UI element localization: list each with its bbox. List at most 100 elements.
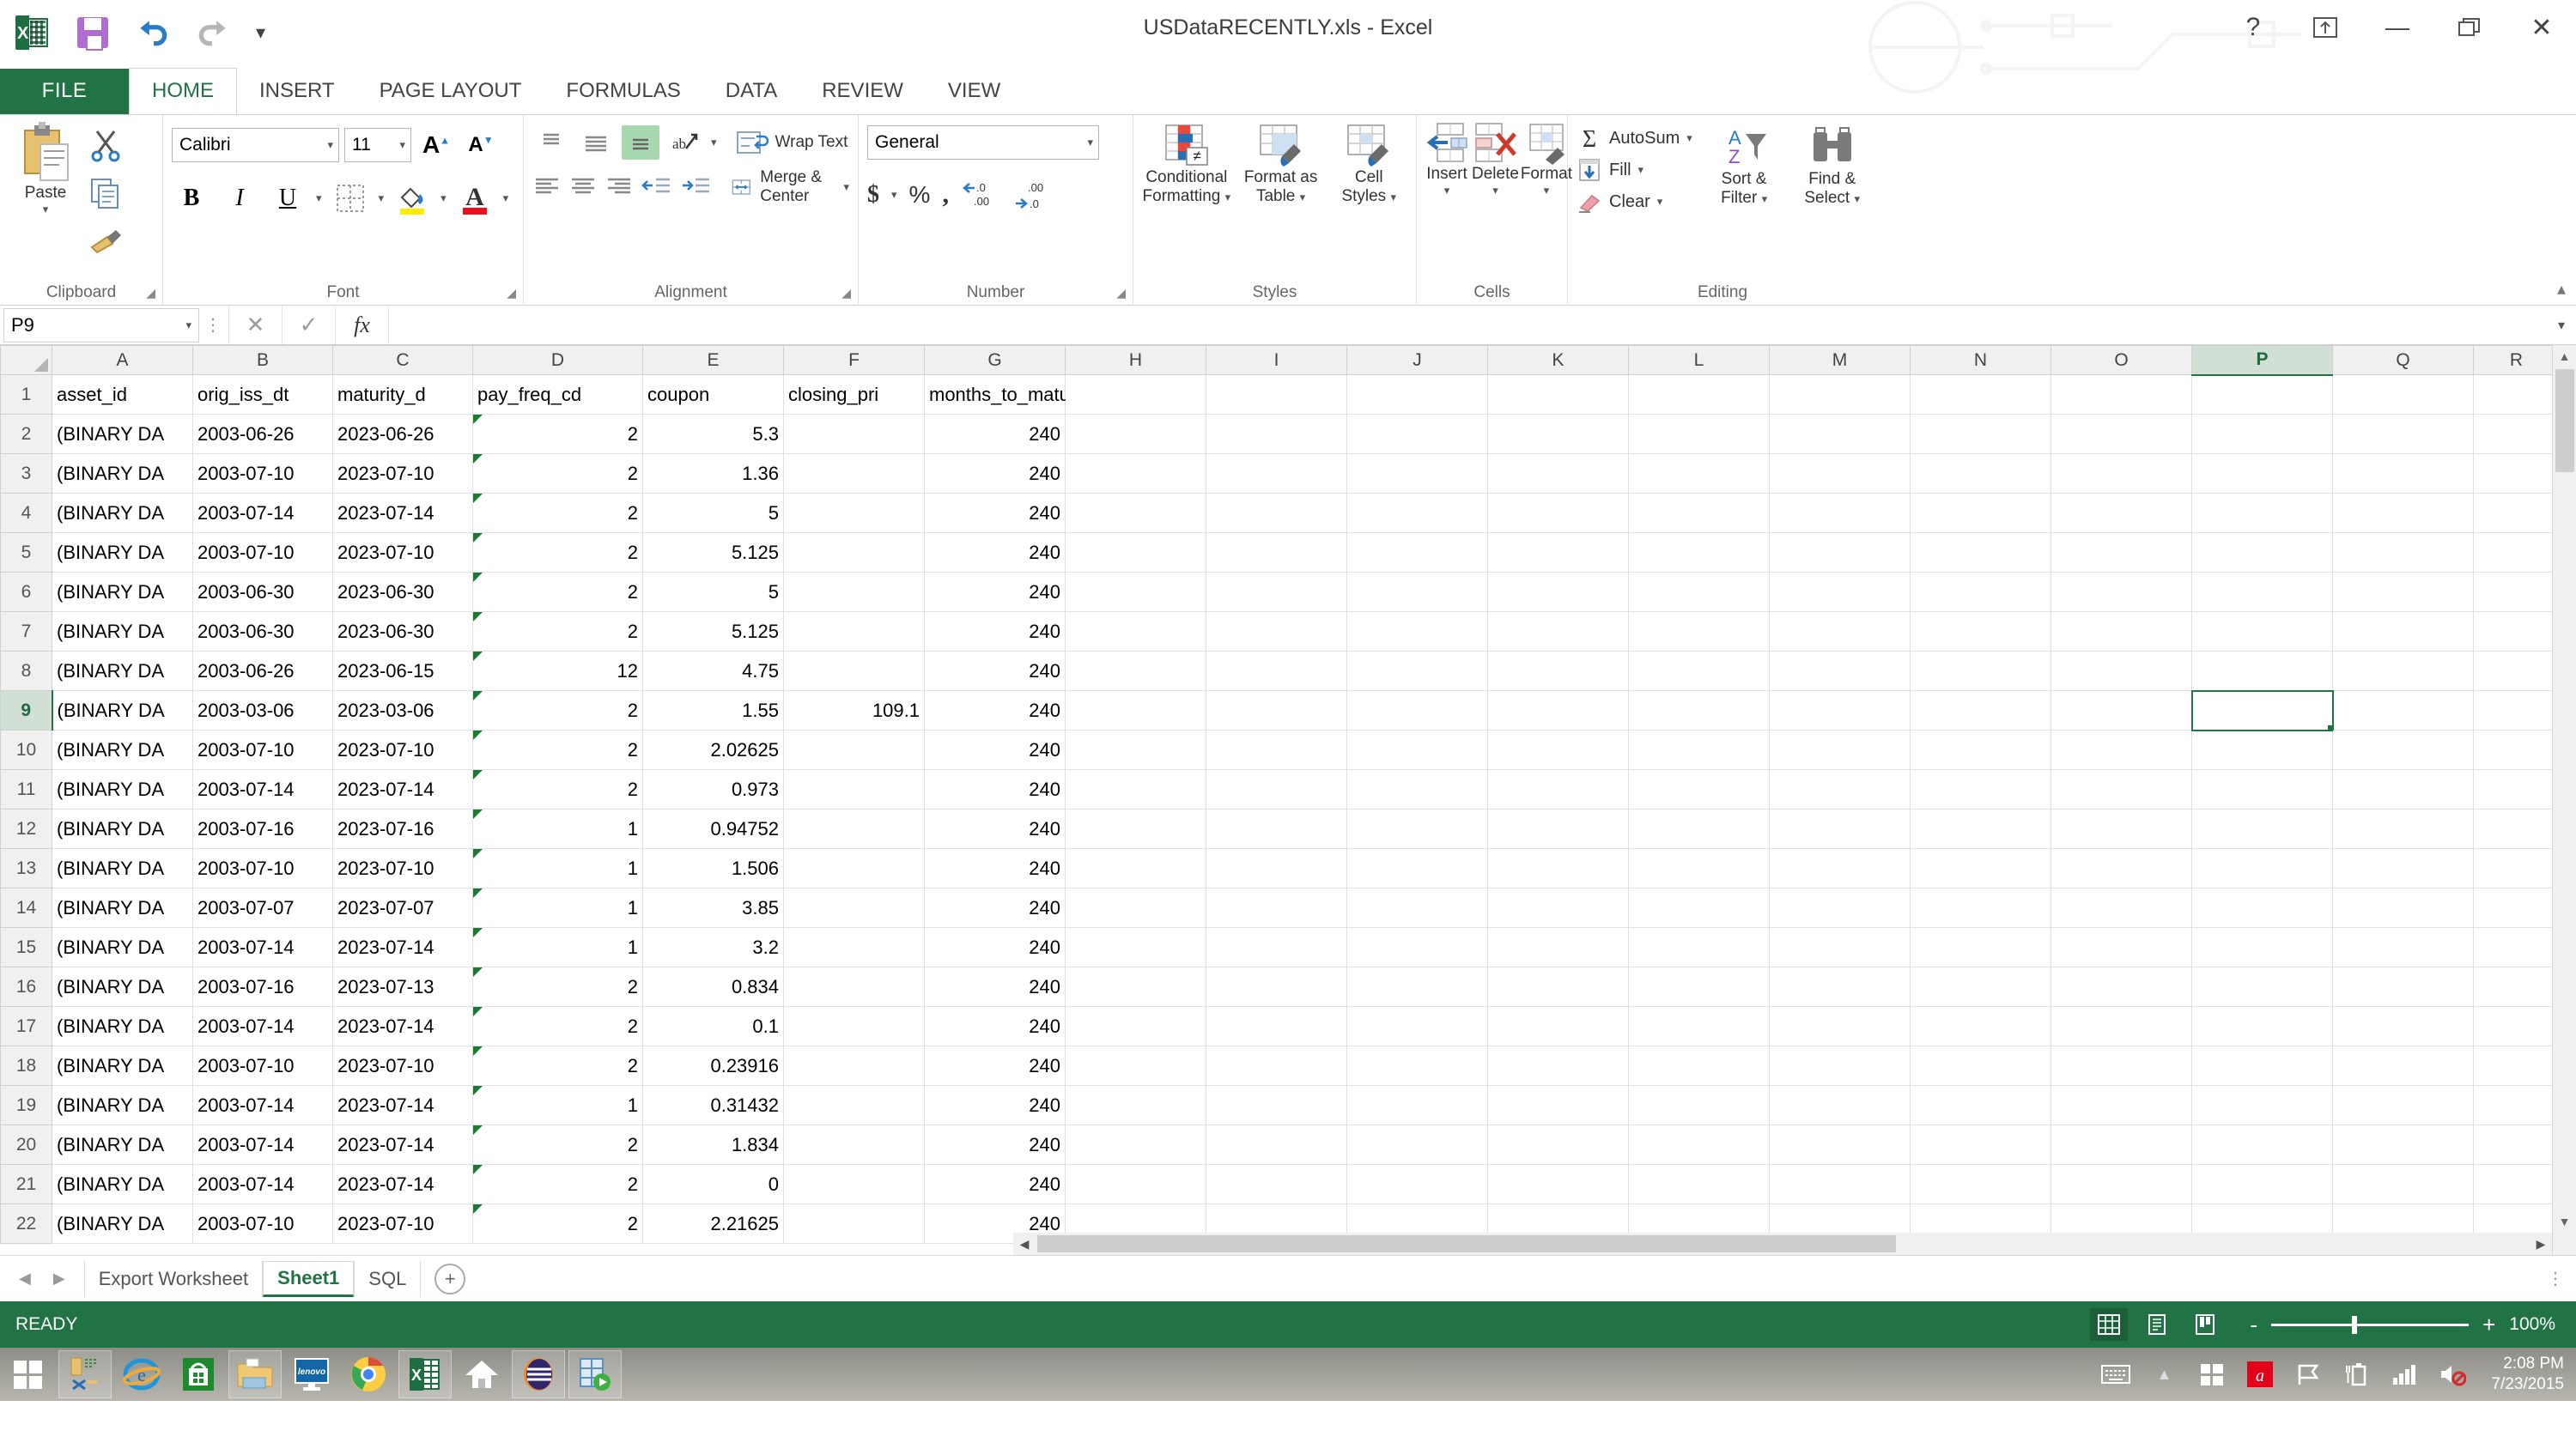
row-header-22[interactable]: 22 (0, 1203, 52, 1244)
column-header-I[interactable]: I (1206, 345, 1347, 375)
cell-N14[interactable] (1910, 888, 2051, 928)
underline-dropdown-icon[interactable]: ▾ (316, 191, 322, 205)
accounting-dropdown-icon[interactable]: ▾ (891, 188, 897, 202)
cell-Q16[interactable] (2332, 967, 2474, 1007)
cell-Q20[interactable] (2332, 1125, 2474, 1165)
cell-K1[interactable] (1487, 374, 1629, 415)
row-header-1[interactable]: 1 (0, 374, 52, 415)
cell-P21[interactable] (2191, 1164, 2333, 1204)
paste-button[interactable]: Paste ▾ (9, 122, 82, 261)
formula-bar-handle[interactable]: ⋮ (199, 314, 228, 336)
table-row[interactable]: 11 (BINARY DA 2003-07-14 2023-07-14 2 0.973 24… (0, 769, 2560, 809)
cell-A20[interactable]: (BINARY DA (52, 1125, 193, 1165)
zoom-level-label[interactable]: 100% (2509, 1314, 2555, 1335)
cell-K20[interactable] (1487, 1125, 1629, 1165)
cell-H3[interactable] (1065, 453, 1206, 494)
cell-P2[interactable] (2191, 414, 2333, 454)
font-family-combo[interactable]: Calibri ▾ (172, 128, 339, 162)
cell-Q1[interactable] (2332, 374, 2474, 415)
cell-B15[interactable]: 2003-07-14 (192, 927, 333, 967)
cell-K18[interactable] (1487, 1046, 1629, 1086)
decrease-indent-button[interactable] (641, 170, 673, 204)
cell-R9[interactable] (2473, 690, 2560, 731)
cell-G20[interactable]: 240 (924, 1125, 1066, 1165)
cell-L9[interactable] (1628, 690, 1770, 731)
cell-F7[interactable] (783, 611, 925, 652)
cell-O15[interactable] (2050, 927, 2192, 967)
cell-P13[interactable] (2191, 848, 2333, 888)
cell-I7[interactable] (1206, 611, 1347, 652)
cell-N20[interactable] (1910, 1125, 2051, 1165)
cell-O3[interactable] (2050, 453, 2192, 494)
cell-Q3[interactable] (2332, 453, 2474, 494)
cell-P11[interactable] (2191, 769, 2333, 809)
clipboard-dialog-launcher[interactable]: ◢ (146, 286, 155, 300)
cell-H15[interactable] (1065, 927, 1206, 967)
column-header-F[interactable]: F (783, 345, 925, 375)
font-dialog-launcher[interactable]: ◢ (507, 286, 516, 300)
cell-M14[interactable] (1769, 888, 1911, 928)
minimize-button[interactable]: — (2379, 10, 2416, 45)
font-size-combo[interactable]: 11 ▾ (344, 128, 411, 162)
cell-J16[interactable] (1346, 967, 1488, 1007)
borders-button[interactable] (331, 179, 370, 218)
cell-O14[interactable] (2050, 888, 2192, 928)
cell-K11[interactable] (1487, 769, 1629, 809)
row-header-8[interactable]: 8 (0, 651, 52, 691)
cell-R12[interactable] (2473, 809, 2560, 849)
zoom-out-button[interactable]: - (2250, 1312, 2257, 1338)
cell-C10[interactable]: 2023-07-10 (332, 730, 473, 770)
page-break-preview-button[interactable] (2186, 1308, 2224, 1341)
cell-I12[interactable] (1206, 809, 1347, 849)
cell-E17[interactable]: 0.1 (642, 1006, 784, 1046)
cell-H18[interactable] (1065, 1046, 1206, 1086)
cell-I20[interactable] (1206, 1125, 1347, 1165)
table-row[interactable]: 14 (BINARY DA 2003-07-07 2023-07-07 1 3.85 240 (0, 888, 2560, 928)
cell-M17[interactable] (1769, 1006, 1911, 1046)
cell-M11[interactable] (1769, 769, 1911, 809)
cell-F14[interactable] (783, 888, 925, 928)
name-box-dropdown-icon[interactable]: ▾ (185, 318, 191, 332)
cell-E1[interactable]: coupon (642, 374, 784, 415)
cell-E16[interactable]: 0.834 (642, 967, 784, 1007)
cell-F18[interactable] (783, 1046, 925, 1086)
add-sheet-button[interactable]: + (434, 1263, 466, 1294)
cell-J13[interactable] (1346, 848, 1488, 888)
confirm-entry-button[interactable]: ✓ (282, 306, 335, 344)
cell-F2[interactable] (783, 414, 925, 454)
cell-L3[interactable] (1628, 453, 1770, 494)
cell-P14[interactable] (2191, 888, 2333, 928)
column-header-Q[interactable]: Q (2332, 345, 2474, 375)
taskbar-item-store[interactable] (172, 1350, 225, 1398)
cell-R15[interactable] (2473, 927, 2560, 967)
cell-K14[interactable] (1487, 888, 1629, 928)
row-header-7[interactable]: 7 (0, 611, 52, 652)
expand-formula-bar-icon[interactable]: ▾ (2547, 317, 2576, 334)
cell-P16[interactable] (2191, 967, 2333, 1007)
ribbon-tab-bar[interactable]: FILE HOME INSERT PAGE LAYOUT FORMULAS DA… (0, 68, 2576, 115)
cell-L4[interactable] (1628, 493, 1770, 533)
cell-E22[interactable]: 2.21625 (642, 1203, 784, 1244)
cell-G7[interactable]: 240 (924, 611, 1066, 652)
row-header-12[interactable]: 12 (0, 809, 52, 849)
cell-O18[interactable] (2050, 1046, 2192, 1086)
cell-O7[interactable] (2050, 611, 2192, 652)
cell-E6[interactable]: 5 (642, 572, 784, 612)
percent-format-button[interactable]: % (909, 181, 931, 209)
formula-input[interactable] (388, 306, 2547, 344)
cell-N3[interactable] (1910, 453, 2051, 494)
cell-H14[interactable] (1065, 888, 1206, 928)
cell-A8[interactable]: (BINARY DA (52, 651, 193, 691)
taskbar-item-app-oval[interactable] (512, 1350, 565, 1398)
cell-I2[interactable] (1206, 414, 1347, 454)
select-all-button[interactable] (0, 345, 52, 375)
cell-Q14[interactable] (2332, 888, 2474, 928)
cell-N4[interactable] (1910, 493, 2051, 533)
decrease-decimal-button[interactable]: .00 .0 (1012, 175, 1052, 215)
cell-J5[interactable] (1346, 532, 1488, 573)
cell-J3[interactable] (1346, 453, 1488, 494)
orientation-button[interactable]: ab (666, 125, 704, 160)
cell-Q17[interactable] (2332, 1006, 2474, 1046)
cell-Q12[interactable] (2332, 809, 2474, 849)
font-color-button[interactable]: A (455, 179, 495, 218)
